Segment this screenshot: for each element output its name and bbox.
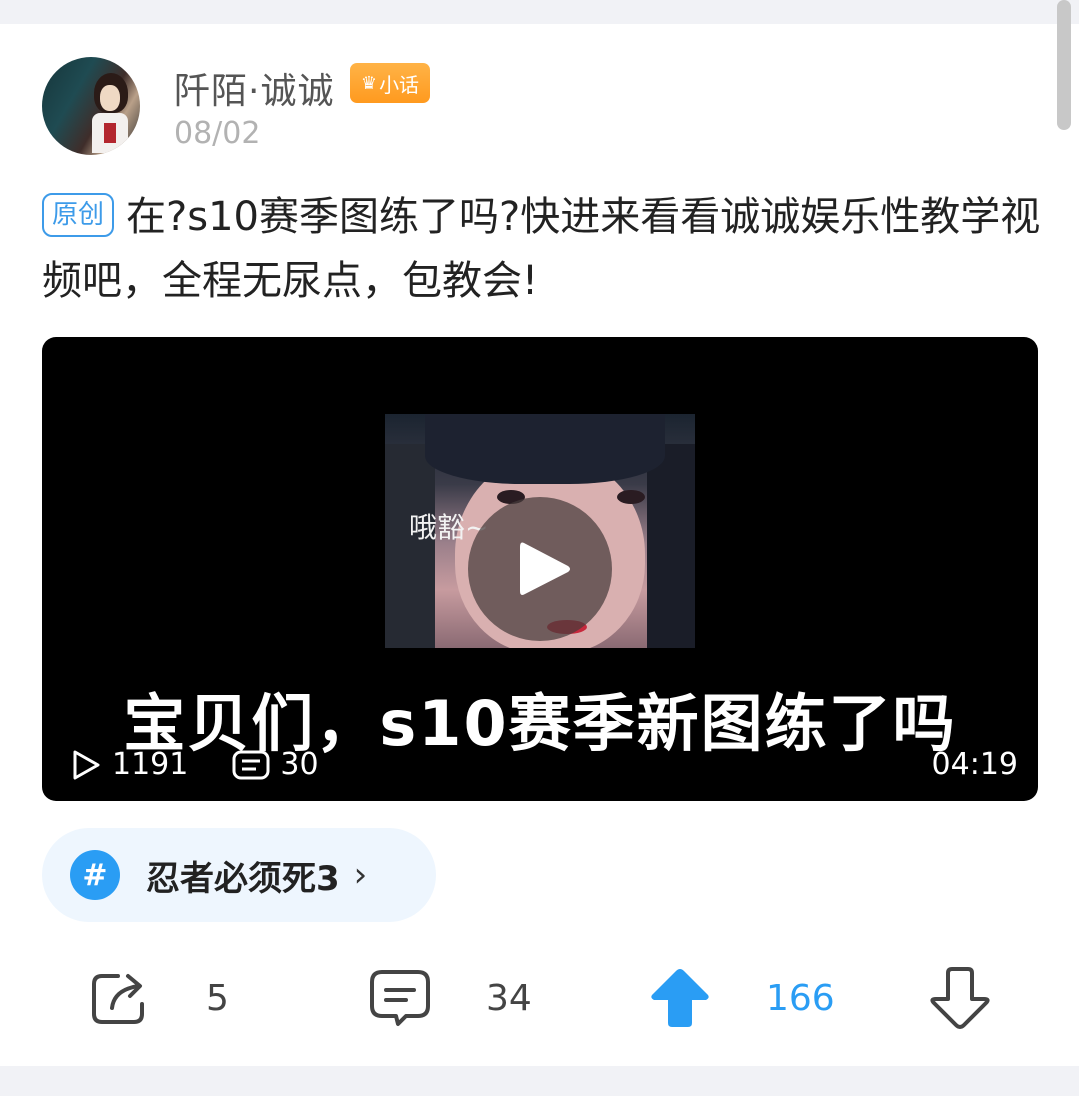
danmaku-count: 30 xyxy=(280,747,319,782)
video-stats: 1191 30 xyxy=(70,747,363,782)
crown-icon: ♛ xyxy=(360,72,378,94)
post-date: 08/02 xyxy=(174,116,261,151)
badge-xiaohua[interactable]: ♛ 小话 xyxy=(350,63,430,103)
downvote-icon xyxy=(930,967,990,1029)
danmaku-icon xyxy=(232,750,270,779)
badge-label: 小话 xyxy=(379,72,420,97)
share-icon xyxy=(92,974,144,1024)
comment-icon xyxy=(370,970,430,1026)
play-button[interactable] xyxy=(468,497,612,641)
bottom-separator xyxy=(0,1066,1079,1096)
play-icon xyxy=(520,542,570,595)
post-text: 在?s10赛季图练了吗?快进来看看诚诚娱乐性教学视频吧，全程无尿点，包教会! xyxy=(42,194,1041,304)
post-content[interactable]: 原创 在?s10赛季图练了吗?快进来看看诚诚娱乐性教学视频吧，全程无尿点，包教会! xyxy=(42,185,1042,313)
original-tag: 原创 xyxy=(42,193,115,237)
scrollbar[interactable] xyxy=(1057,0,1071,130)
upvote-button[interactable]: 166 xyxy=(648,962,835,1034)
hash-icon: # xyxy=(70,850,120,900)
video-duration: 04:19 xyxy=(931,747,1018,782)
chevron-right-icon: › xyxy=(353,855,368,895)
top-separator xyxy=(0,0,1079,24)
upvote-icon xyxy=(651,969,709,1027)
topic-label: 忍者必须死3 xyxy=(146,858,340,899)
comment-count: 34 xyxy=(486,977,532,1019)
upvote-count: 166 xyxy=(766,977,835,1019)
play-count-icon xyxy=(73,750,100,779)
video-player[interactable]: 哦豁~ 宝贝们，s10赛季新图练了吗 1191 30 04:19 xyxy=(42,337,1038,801)
downvote-button[interactable] xyxy=(928,962,992,1034)
action-bar: 5 34 166 xyxy=(0,962,1079,1034)
author-name[interactable]: 阡陌·诚诚 xyxy=(174,62,334,114)
share-button[interactable]: 5 xyxy=(88,962,229,1034)
topic-chip[interactable]: # 忍者必须死3 › xyxy=(42,828,436,922)
play-count: 1191 xyxy=(112,747,189,782)
share-count: 5 xyxy=(206,977,229,1019)
author-avatar[interactable] xyxy=(42,57,140,155)
comment-button[interactable]: 34 xyxy=(368,962,532,1034)
